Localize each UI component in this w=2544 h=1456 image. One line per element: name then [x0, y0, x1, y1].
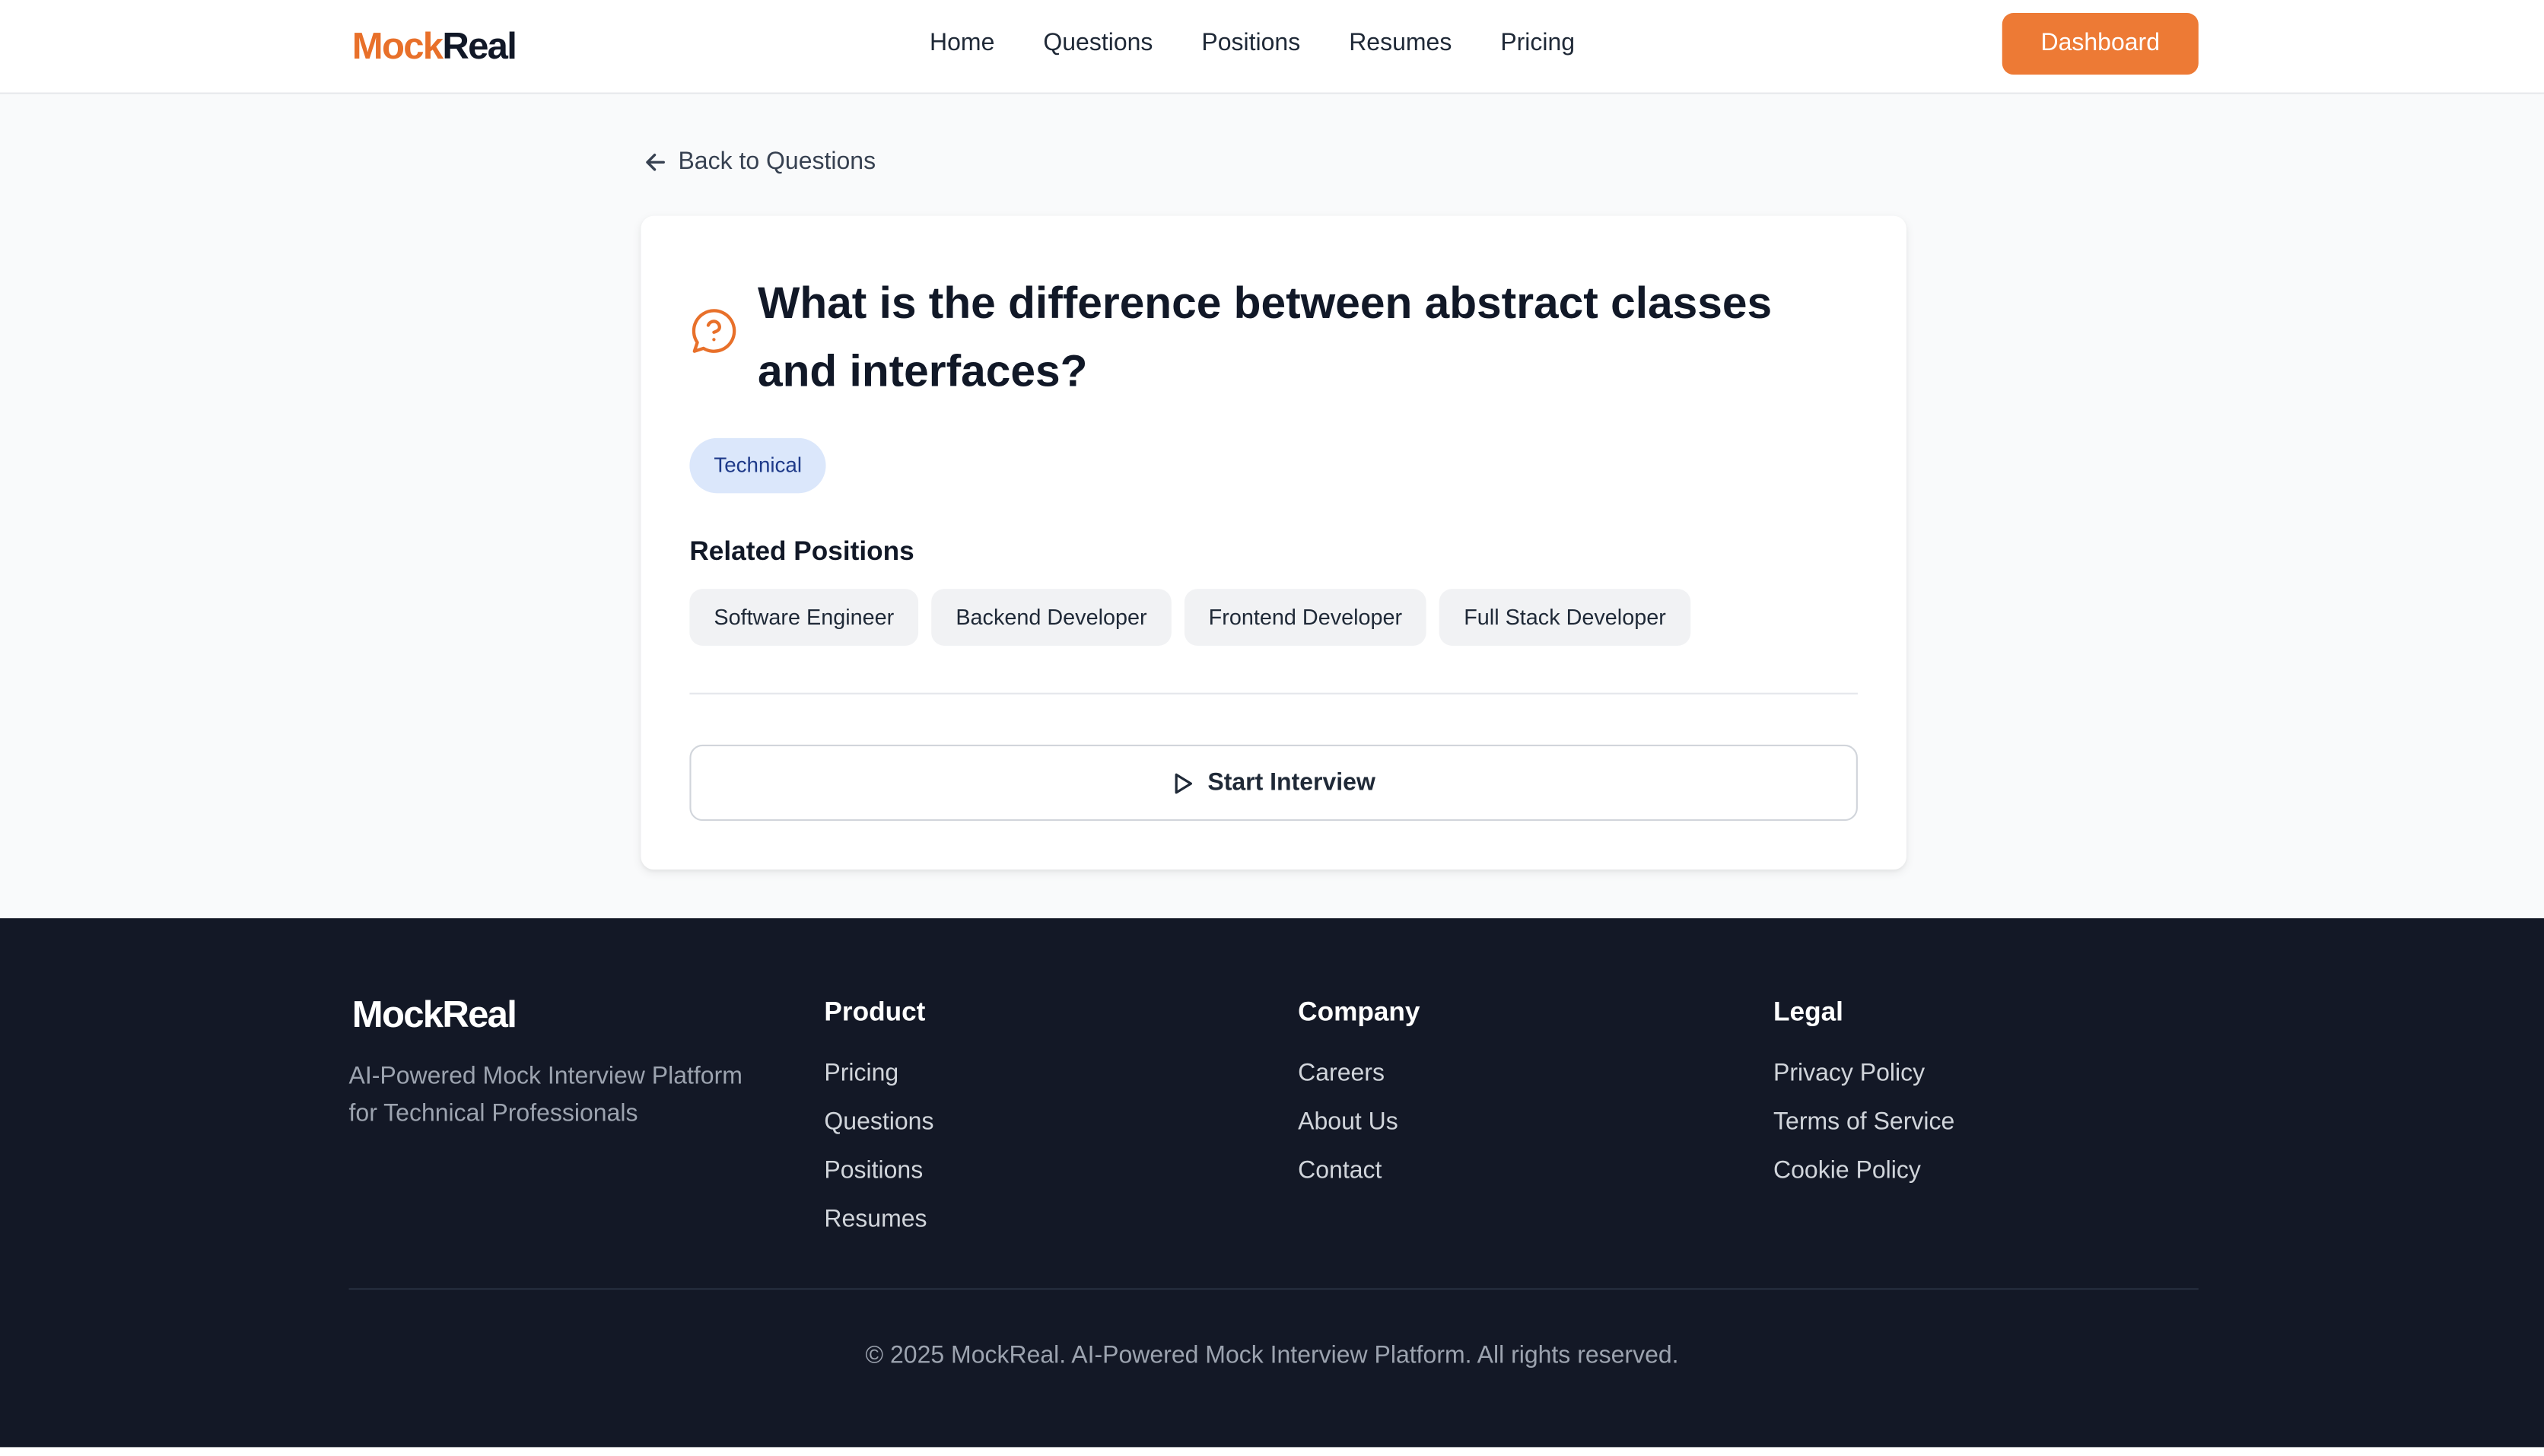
position-chip-frontend-developer[interactable]: Frontend Developer [1184, 589, 1427, 646]
footer-link-resumes[interactable]: Resumes [824, 1203, 933, 1236]
footer-link-cookie-policy[interactable]: Cookie Policy [1773, 1155, 1954, 1187]
footer-link-pricing[interactable]: Pricing [824, 1058, 933, 1091]
question-title: What is the difference between abstract … [757, 277, 1773, 396]
footer-link-about-us[interactable]: About Us [1298, 1107, 1420, 1140]
nav-resumes[interactable]: Resumes [1349, 27, 1452, 60]
footer-column-title: Product [824, 997, 926, 1027]
position-chip-software-engineer[interactable]: Software Engineer [689, 589, 919, 646]
page-root: MockReal Home Questions Positions Resume… [0, 0, 2544, 1456]
position-chip-backend-developer[interactable]: Backend Developer [931, 589, 1172, 646]
question-card: What is the difference between abstract … [641, 215, 1906, 870]
position-chip-full-stack-developer[interactable]: Full Stack Developer [1439, 589, 1690, 646]
back-to-questions-link[interactable]: Back to Questions [643, 146, 876, 179]
footer-logo[interactable]: MockReal [352, 991, 517, 1037]
play-icon [1175, 772, 1193, 793]
footer-link-positions[interactable]: Positions [824, 1155, 933, 1187]
footer-copyright: © 2025 MockReal. AI-Powered Mock Intervi… [865, 1341, 1679, 1369]
top-header: MockReal Home Questions Positions Resume… [0, 0, 2544, 94]
nav-questions[interactable]: Questions [1043, 27, 1153, 60]
card-divider [689, 692, 1858, 695]
footer-column-title: Company [1298, 997, 1420, 1027]
footer-link-terms-of-service[interactable]: Terms of Service [1773, 1107, 1954, 1140]
nav-positions[interactable]: Positions [1201, 27, 1300, 60]
category-badge: Technical [689, 437, 826, 494]
arrow-left-icon [646, 153, 665, 171]
footer-link-questions[interactable]: Questions [824, 1107, 933, 1140]
footer-divider [348, 1288, 2199, 1290]
start-interview-label: Start Interview [1207, 768, 1375, 797]
footer-column-title: Legal [1773, 997, 1843, 1027]
footer-column-product: Product Pricing Questions Positions Resu… [824, 994, 933, 1252]
footer-link-contact[interactable]: Contact [1298, 1155, 1420, 1187]
footer-link-careers[interactable]: Careers [1298, 1058, 1420, 1091]
back-link-label: Back to Questions [678, 148, 876, 176]
related-positions-list: Software Engineer Backend Developer Fron… [689, 589, 1690, 646]
logo-mock-text: Mock [351, 24, 444, 67]
logo[interactable]: MockReal [351, 21, 517, 70]
main-nav: Home Questions Positions Resumes Pricing [930, 27, 1623, 60]
site-footer: MockReal AI-Powered Mock Interview Platf… [0, 918, 2544, 1448]
footer-column-company: Company Careers About Us Contact [1298, 994, 1420, 1203]
nav-home[interactable]: Home [930, 27, 994, 60]
main-content: Back to Questions What is the difference… [0, 94, 2544, 919]
footer-tagline: AI-Powered Mock Interview Platform for T… [348, 1062, 743, 1127]
start-interview-button[interactable]: Start Interview [689, 744, 1858, 822]
footer-column-legal: Legal Privacy Policy Terms of Service Co… [1773, 994, 1954, 1203]
nav-pricing[interactable]: Pricing [1500, 27, 1575, 60]
footer-link-privacy-policy[interactable]: Privacy Policy [1773, 1058, 1954, 1091]
dashboard-button[interactable]: Dashboard [2002, 13, 2199, 75]
logo-real-text: Real [442, 24, 517, 67]
related-positions-heading: Related Positions [689, 536, 914, 567]
question-bubble-icon [692, 309, 736, 353]
